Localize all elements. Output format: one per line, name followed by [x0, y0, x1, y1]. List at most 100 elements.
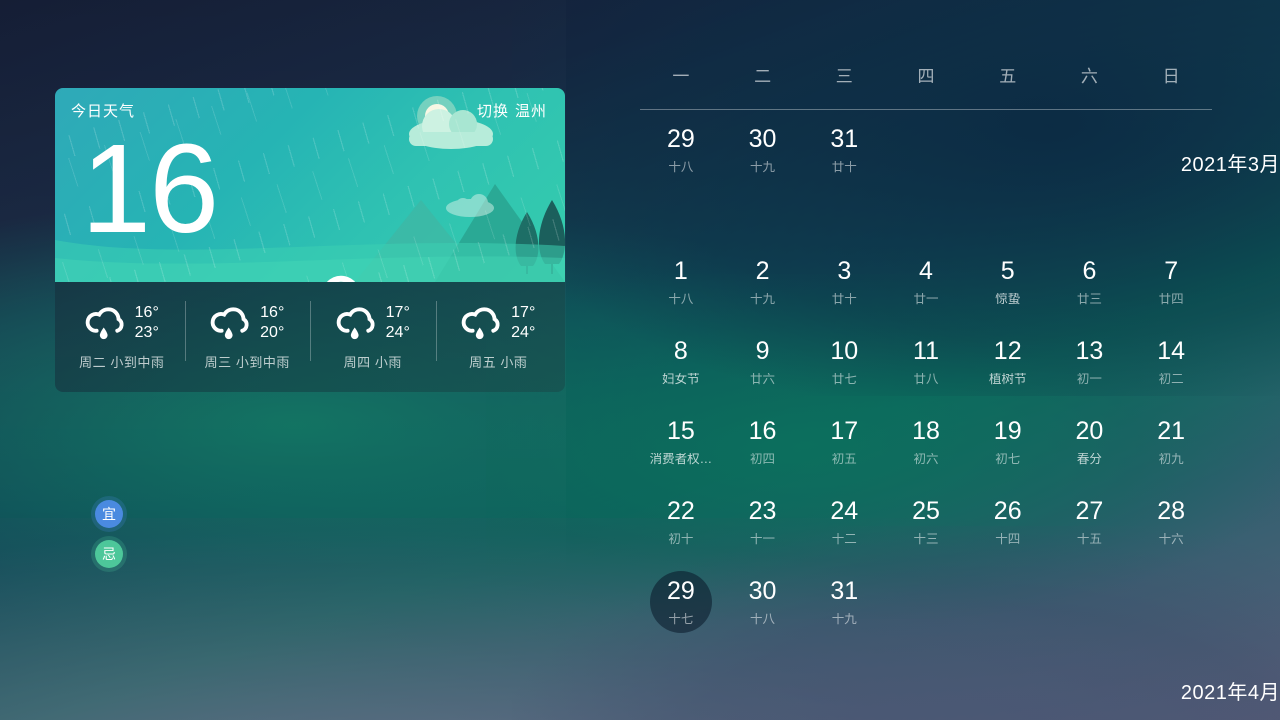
day-number: 31	[830, 124, 859, 153]
calendar-day-cell[interactable]: 26 十四	[967, 482, 1049, 562]
calendar-week-row: 22 初十 23 十一 24 十二 25 十三 26 十四 27 十五 28 十六	[640, 482, 1212, 562]
calendar-day-cell[interactable]: 22 初十	[640, 482, 722, 562]
calendar-day-cell[interactable]: 24 十二	[803, 482, 885, 562]
calendar-day-empty	[1130, 562, 1212, 642]
calendar-day-cell[interactable]: 8 妇女节	[640, 322, 722, 402]
city-switch-button[interactable]: 切换 温州	[477, 100, 547, 121]
day-number: 2	[755, 256, 770, 285]
calendar-day-cell[interactable]: 16 初四	[722, 402, 804, 482]
calendar-day-cell[interactable]: 20 春分	[1049, 402, 1131, 482]
calendar-day-cell[interactable]: 18 初六	[885, 402, 967, 482]
rain-cloud-icon	[461, 307, 500, 340]
calendar-day-cell[interactable]: 4 廿一	[885, 242, 967, 322]
month-label-spacer	[640, 190, 1212, 242]
calendar-day-cell[interactable]: 1 十八	[640, 242, 722, 322]
day-lunar-label: 十五	[1076, 532, 1102, 546]
day-lunar-label: 十一	[750, 532, 776, 546]
forecast-low: 24°	[511, 324, 536, 341]
calendar-day-cell[interactable]: 27 十五	[1049, 482, 1131, 562]
weekday-label: 二	[754, 67, 772, 86]
calendar[interactable]: 一 二 三 四 五 六 日 29 十八 30 十九 31 廿十 1 十八 2 十九 3 廿十 4 廿一 5 惊蛰 6 廿三 7 廿…	[640, 62, 1212, 642]
day-lunar-label: 廿六	[750, 372, 776, 386]
calendar-day-cell[interactable]: 2 十九	[722, 242, 804, 322]
forecast-desc: 周四 小雨	[344, 352, 402, 371]
day-lunar-label: 春分	[1076, 452, 1102, 466]
day-number: 26	[993, 496, 1022, 525]
calendar-weekday-header: 一二三四五六日	[640, 62, 1212, 109]
forecast-temps: 16° 20°	[260, 303, 284, 343]
calendar-day-cell[interactable]: 9 廿六	[722, 322, 804, 402]
ji-badge[interactable]: 忌	[95, 540, 123, 568]
calendar-day-cell[interactable]: 12 植树节	[967, 322, 1049, 402]
forecast-strip[interactable]: 16° 23° 周二 小到中雨 16° 20° 周三 小到中雨 17° 24° 周四 小雨 17°…	[55, 282, 565, 392]
forecast-top: 16° 20°	[210, 303, 284, 343]
day-number: 8	[673, 336, 688, 365]
day-number: 7	[1164, 256, 1179, 285]
day-number: 29	[666, 124, 695, 153]
forecast-low: 23°	[134, 324, 159, 341]
calendar-day-cell[interactable]: 23 十一	[722, 482, 804, 562]
calendar-day-cell[interactable]: 31 廿十	[803, 110, 885, 190]
calendar-day-cell[interactable]: 6 廿三	[1049, 242, 1131, 322]
calendar-day-cell[interactable]: 29 十八	[640, 110, 722, 190]
day-number: 11	[913, 336, 939, 365]
day-lunar-label: 十九	[750, 292, 776, 306]
calendar-week-row: 8 妇女节 9 廿六 10 廿七 11 廿八 12 植树节 13 初一 14 初二	[640, 322, 1212, 402]
day-number: 18	[912, 416, 940, 445]
calendar-day-cell[interactable]: 19 初七	[967, 402, 1049, 482]
day-lunar-label: 初一	[1076, 372, 1102, 386]
calendar-week-row: 1 十八 2 十九 3 廿十 4 廿一 5 惊蛰 6 廿三 7 廿四	[640, 242, 1212, 322]
rain-cloud-icon	[210, 307, 249, 340]
weekday-label: 五	[999, 67, 1017, 86]
calendar-day-cell[interactable]: 15 消费者权…	[640, 402, 722, 482]
day-number: 31	[830, 576, 859, 605]
weather-card[interactable]: 今日天气 切换温州 16 16° / 23° 今日 小雨 空气质量 良	[55, 88, 565, 282]
current-temperature: 16	[81, 118, 219, 259]
calendar-day-empty	[885, 562, 967, 642]
calendar-day-cell[interactable]: 30 十九	[722, 110, 804, 190]
day-lunar-label: 十六	[1158, 532, 1184, 546]
forecast-top: 17° 24°	[336, 303, 410, 343]
day-number: 14	[1157, 336, 1186, 365]
forecast-temps: 16° 23°	[135, 303, 159, 343]
rain-cloud-icon	[336, 307, 375, 340]
calendar-day-cell[interactable]: 10 廿七	[803, 322, 885, 402]
forecast-day[interactable]: 16° 20° 周三 小到中雨	[184, 295, 311, 379]
calendar-day-cell[interactable]: 29 十七	[640, 562, 722, 642]
forecast-day[interactable]: 17° 24° 周五 小雨	[435, 295, 562, 379]
calendar-day-cell[interactable]: 11 廿八	[885, 322, 967, 402]
rain-cloud-icon	[85, 307, 124, 340]
calendar-day-cell[interactable]: 25 十三	[885, 482, 967, 562]
forecast-day[interactable]: 16° 23° 周二 小到中雨	[59, 295, 185, 379]
forecast-desc: 周五 小雨	[469, 352, 527, 371]
calendar-day-cell[interactable]: 7 廿四	[1130, 242, 1212, 322]
calendar-day-cell[interactable]: 3 廿十	[803, 242, 885, 322]
day-lunar-label: 植树节	[988, 372, 1027, 386]
calendar-day-cell[interactable]: 17 初五	[803, 402, 885, 482]
calendar-day-cell[interactable]: 5 惊蛰	[967, 242, 1049, 322]
day-number: 16	[748, 416, 777, 445]
forecast-day[interactable]: 17° 24° 周四 小雨	[310, 295, 436, 379]
calendar-day-cell[interactable]: 31 十九	[803, 562, 885, 642]
day-number: 9	[755, 336, 770, 365]
calendar-day-cell[interactable]: 14 初二	[1130, 322, 1212, 402]
day-lunar-label: 初五	[831, 452, 857, 466]
calendar-weeks[interactable]: 29 十八 30 十九 31 廿十 1 十八 2 十九 3 廿十 4 廿一 5 惊蛰 6 廿三 7 廿四 8 妇女节 9 廿六…	[640, 110, 1212, 642]
day-lunar-label: 廿十	[831, 160, 857, 174]
weekday-label: 三	[835, 67, 853, 86]
forecast-temps: 17° 24°	[511, 303, 535, 343]
day-number: 15	[666, 416, 695, 445]
forecast-condition: 小雨	[500, 355, 528, 370]
yi-badge[interactable]: 宜	[95, 500, 123, 528]
day-number: 28	[1157, 496, 1186, 525]
calendar-day-cell[interactable]: 30 十八	[722, 562, 804, 642]
day-number: 4	[919, 256, 933, 285]
calendar-day-cell[interactable]: 28 十六	[1130, 482, 1212, 562]
calendar-week-row: 29 十七 30 十八 31 十九	[640, 562, 1212, 642]
calendar-day-cell[interactable]: 21 初九	[1130, 402, 1212, 482]
day-number: 21	[1157, 416, 1186, 445]
weather-widget[interactable]: 今日天气 切换温州 16 16° / 23° 今日 小雨 空气质量 良 16°2…	[55, 88, 565, 392]
day-number: 3	[837, 256, 852, 285]
day-lunar-label: 惊蛰	[995, 292, 1021, 306]
calendar-day-cell[interactable]: 13 初一	[1049, 322, 1131, 402]
